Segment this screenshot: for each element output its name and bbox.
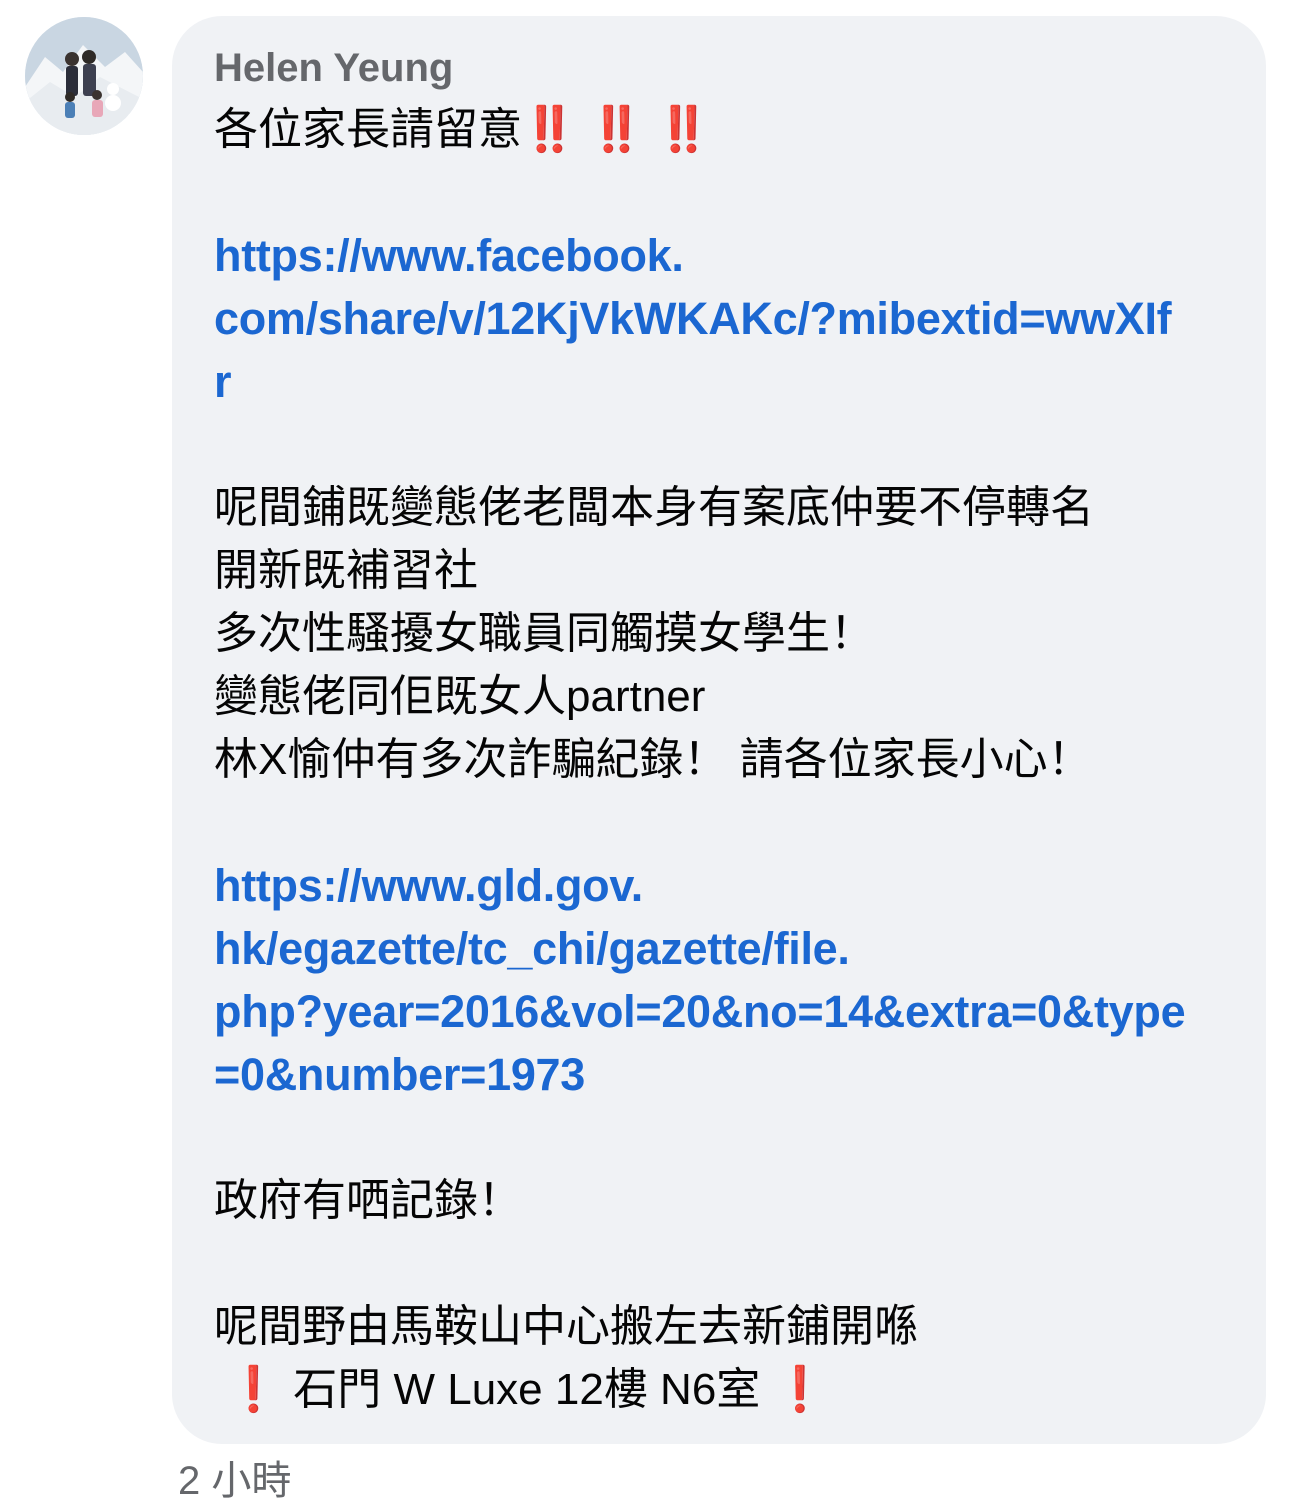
- paragraph-line-4: 變態佬同佢既女人partner: [214, 672, 706, 721]
- gazette-link-line-1[interactable]: https://www.gld.gov.: [214, 854, 1234, 917]
- address-line: ❗ 石門 W Luxe 12樓 N6室 ❗: [214, 1358, 1234, 1421]
- exclamation-emoji-right: ❗: [772, 1365, 828, 1414]
- exclamation-emoji-left: ❗: [226, 1365, 282, 1414]
- move-line: 呢間野由馬鞍山中心搬左去新鋪開喺: [214, 1302, 918, 1351]
- comment: Helen Yeung 各位家長請留意‼️ ‼️ ‼️ https://www.…: [0, 0, 1290, 1509]
- paragraph-line-2: 開新既補習社: [214, 546, 478, 595]
- author-avatar[interactable]: [25, 17, 143, 135]
- facebook-link-line-1[interactable]: https://www.facebook.: [214, 224, 1234, 287]
- facebook-link-line-2[interactable]: com/share/v/12KjVkWKAKc/?mibextid=wwXIf: [214, 287, 1234, 350]
- paragraph-line-5: 林X愉仲有多次詐騙紀錄！ 請各位家長小心！: [214, 735, 1092, 784]
- paragraph-line-3: 多次性騷擾女職員同觸摸女學生！: [214, 609, 874, 658]
- comment-author[interactable]: Helen Yeung: [214, 44, 453, 92]
- comment-body: 各位家長請留意‼️ ‼️ ‼️ https://www.facebook. co…: [214, 98, 1234, 1421]
- gazette-link-line-2[interactable]: hk/egazette/tc_chi/gazette/file.: [214, 917, 1234, 980]
- gazette-link-line-3[interactable]: php?year=2016&vol=20&no=14&extra=0&type: [214, 980, 1234, 1043]
- comment-bubble: Helen Yeung 各位家長請留意‼️ ‼️ ‼️ https://www.…: [172, 16, 1266, 1444]
- double-exclamation-emoji: ‼️ ‼️ ‼️: [522, 105, 711, 154]
- title-line: 各位家長請留意‼️ ‼️ ‼️: [214, 98, 1234, 161]
- paragraph-line-1: 呢間鋪既變態佬老闆本身有案底仲要不停轉名: [214, 483, 1094, 532]
- govt-record-line: 政府有哂記錄！: [214, 1176, 522, 1225]
- facebook-link-line-3[interactable]: r: [214, 350, 1234, 413]
- gazette-link-line-4[interactable]: =0&number=1973: [214, 1043, 1234, 1106]
- address-text: 石門 W Luxe 12樓 N6室: [293, 1365, 761, 1414]
- title-text: 各位家長請留意: [214, 105, 522, 154]
- comment-timestamp[interactable]: 2 小時: [178, 1456, 291, 1506]
- avatar-photo: [25, 17, 143, 135]
